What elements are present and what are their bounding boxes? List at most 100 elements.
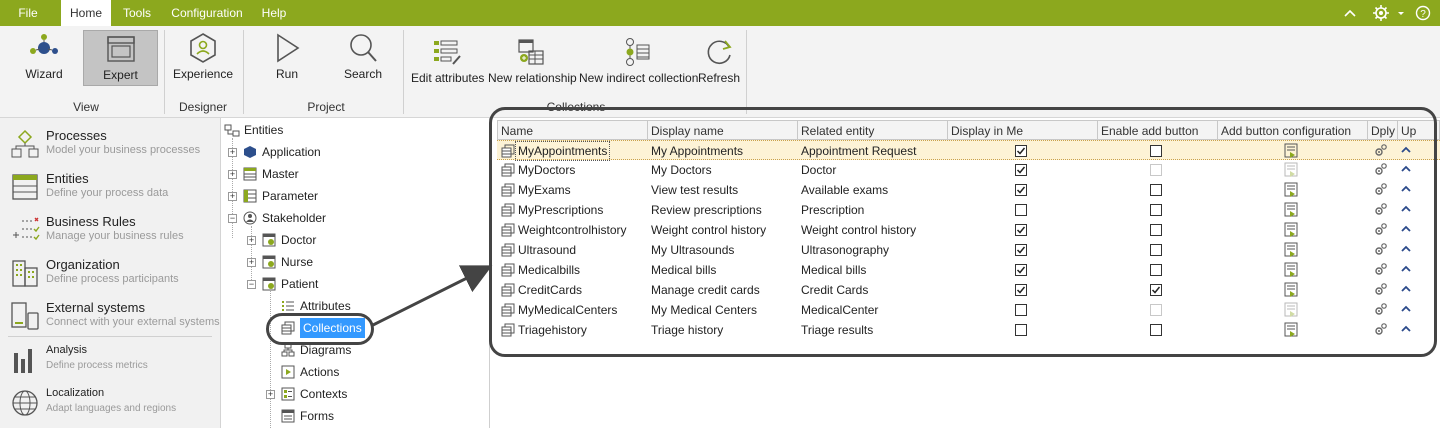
group-label-view: View: [73, 100, 99, 114]
edit-attributes-label: Edit attributes: [411, 71, 485, 85]
business-rules-icon: [10, 215, 40, 245]
tree-node-master[interactable]: Master: [242, 164, 299, 184]
nav-item-localization[interactable]: Localization Adapt languages and regions: [0, 383, 220, 425]
nav-item-business-rules[interactable]: Business Rules Manage your business rule…: [0, 210, 220, 252]
refresh-button[interactable]: Refresh: [697, 34, 741, 90]
group-separator: [403, 30, 404, 114]
group-label-project: Project: [307, 100, 345, 114]
nav-item-external-systems[interactable]: External systems Connect with your exter…: [0, 296, 220, 338]
entity-icon: [261, 232, 277, 248]
menu-file[interactable]: File: [6, 0, 50, 26]
experience-button[interactable]: Experience: [172, 30, 234, 86]
new-indirect-collection-button[interactable]: New indirect collection: [579, 34, 698, 90]
forms-icon: [280, 408, 296, 424]
tree-label: Contexts: [300, 387, 348, 401]
edit-attributes-icon: [411, 34, 483, 70]
edit-attributes-button[interactable]: Edit attributes: [411, 34, 485, 90]
new-relationship-label: New relationship: [488, 71, 577, 85]
tree-node-doctor[interactable]: Doctor: [261, 230, 316, 250]
attributes-icon: [280, 298, 296, 314]
tree-node-application[interactable]: Application: [242, 142, 321, 162]
expand-toggle[interactable]: +: [247, 236, 256, 245]
nav-title: Business Rules: [46, 214, 136, 229]
nav-title: Organization: [46, 257, 120, 272]
entities-icon: [10, 172, 40, 202]
tree-node-patient[interactable]: Patient: [261, 274, 318, 294]
dropdown-icon[interactable]: [1396, 0, 1408, 26]
new-relationship-button[interactable]: New relationship: [488, 34, 577, 90]
tree-label: Forms: [300, 409, 334, 423]
nav-desc: Model your business processes: [46, 144, 201, 156]
tree-label: Master: [262, 167, 299, 181]
nav-desc: Define your process data: [46, 187, 169, 199]
expand-toggle[interactable]: +: [228, 170, 237, 179]
processes-icon: [10, 129, 40, 159]
expand-toggle[interactable]: +: [247, 258, 256, 267]
menu-help[interactable]: Help: [254, 0, 294, 26]
wizard-button[interactable]: Wizard: [14, 30, 74, 86]
expand-toggle[interactable]: +: [266, 390, 275, 399]
svg-text:?: ?: [1420, 9, 1426, 20]
gear-icon[interactable]: [1372, 0, 1392, 26]
tree-node-stakeholder[interactable]: Stakeholder: [242, 208, 326, 228]
callout-panel: [489, 107, 1437, 357]
experience-label: Experience: [172, 67, 234, 81]
nav-item-organization[interactable]: Organization Define process participants: [0, 253, 220, 295]
tree-node-nurse[interactable]: Nurse: [261, 252, 313, 272]
run-button[interactable]: Run: [262, 30, 312, 86]
tree-label: Entities: [244, 123, 284, 137]
tree-node-parameter[interactable]: Parameter: [242, 186, 318, 206]
group-separator: [746, 30, 747, 114]
globe-icon: [10, 388, 40, 418]
nav-item-analysis[interactable]: Analysis Define process metrics: [0, 340, 220, 382]
group-separator: [164, 30, 165, 114]
tree-label: Doctor: [281, 233, 317, 247]
entity-tree: Entities + Application + Master + Parame…: [222, 118, 490, 428]
entity-icon: [261, 276, 277, 292]
collapse-toggle[interactable]: −: [228, 214, 237, 223]
chevron-up-icon[interactable]: [1342, 0, 1362, 26]
tree-label: Actions: [300, 365, 340, 379]
search-button[interactable]: Search: [336, 30, 390, 86]
tree-node-forms[interactable]: Forms: [280, 406, 334, 426]
expert-label: Expert: [103, 68, 138, 82]
tree-node-contexts[interactable]: Contexts: [280, 384, 347, 404]
expert-button[interactable]: Expert: [83, 30, 158, 86]
nav-desc: Define process metrics: [46, 360, 148, 371]
stakeholder-icon: [242, 210, 258, 226]
wizard-icon: [14, 30, 74, 66]
nav-title: External systems: [46, 300, 145, 315]
menu-tools[interactable]: Tools: [114, 0, 160, 26]
organization-icon: [10, 258, 40, 288]
menu-configuration[interactable]: Configuration: [166, 0, 248, 26]
wizard-label: Wizard: [25, 67, 63, 81]
table-icon: [242, 166, 258, 182]
tree-node-entities[interactable]: Entities: [224, 120, 283, 140]
actions-icon: [280, 364, 296, 380]
tree-label: Application: [262, 145, 321, 159]
expand-toggle[interactable]: +: [228, 192, 237, 201]
tree-label: Nurse: [281, 255, 314, 269]
nav-item-processes[interactable]: Processes Model your business processes: [0, 124, 220, 166]
run-label: Run: [275, 67, 298, 81]
entity-icon: [261, 254, 277, 270]
menu-home[interactable]: Home: [61, 0, 111, 26]
tree-node-actions[interactable]: Actions: [280, 362, 339, 382]
expand-toggle[interactable]: +: [228, 148, 237, 157]
nav-title: Analysis: [46, 344, 87, 356]
callout-oval: [266, 313, 374, 345]
hexagon-icon: [242, 144, 258, 160]
tree-label: Parameter: [262, 189, 319, 203]
refresh-icon: [697, 34, 741, 70]
search-label: Search: [343, 67, 383, 81]
parameter-icon: [242, 188, 258, 204]
expert-icon: [84, 31, 157, 67]
nav-title: Entities: [46, 171, 89, 186]
collapse-toggle[interactable]: −: [247, 280, 256, 289]
group-separator: [243, 30, 244, 114]
analysis-icon: [10, 345, 40, 375]
nav-desc: Define process participants: [46, 273, 179, 285]
help-icon[interactable]: ?: [1414, 0, 1434, 26]
nav-item-entities[interactable]: Entities Define your process data: [0, 167, 220, 209]
group-label-designer: Designer: [178, 100, 228, 114]
